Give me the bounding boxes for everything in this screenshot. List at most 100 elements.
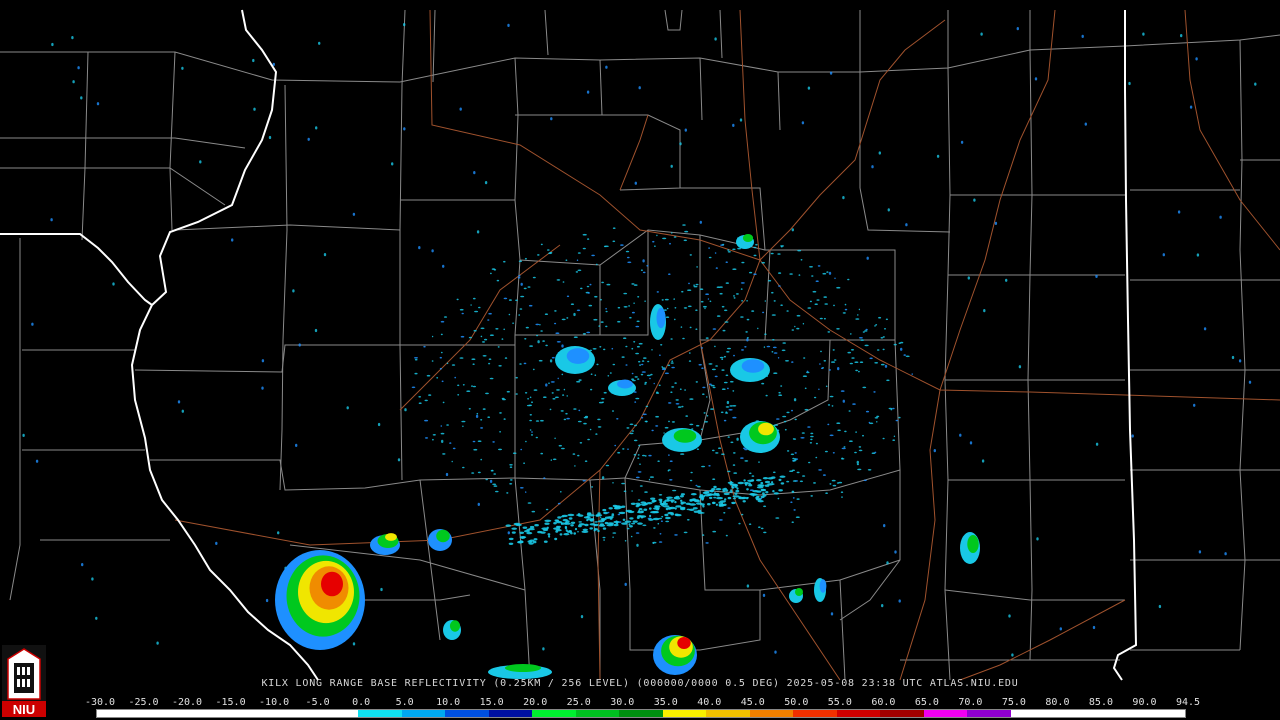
clutter-speck [549, 408, 552, 411]
clutter-speck [555, 332, 560, 335]
clutter-speck [704, 421, 709, 423]
clutter-speck [623, 306, 628, 308]
clutter-speck [670, 338, 673, 340]
clutter-speck [524, 338, 527, 340]
clutter-speck [449, 442, 452, 444]
clutter-speck [810, 438, 813, 441]
clutter-speck [215, 541, 218, 546]
band-echo [734, 492, 738, 495]
scale-label: 25.0 [566, 697, 591, 708]
clutter-speck [525, 440, 527, 443]
band-echo [603, 511, 608, 515]
band-echo [760, 481, 764, 485]
clutter-speck [701, 465, 706, 468]
clutter-speck [725, 282, 729, 284]
band-echo [546, 526, 549, 529]
clutter-speck [501, 338, 504, 340]
clutter-speck [664, 372, 670, 375]
clutter-speck [636, 345, 640, 348]
clutter-speck [847, 351, 851, 354]
band-echo [662, 505, 670, 508]
clutter-speck [562, 281, 565, 283]
band-echo [712, 501, 715, 505]
clutter-speck [903, 354, 906, 356]
clutter-speck [758, 526, 761, 528]
clutter-speck [847, 278, 850, 281]
clutter-speck [627, 448, 629, 451]
clutter-speck [607, 375, 610, 377]
clutter-speck [1131, 434, 1134, 438]
clutter-speck [506, 390, 510, 393]
clutter-speck [431, 360, 434, 362]
clutter-speck [670, 362, 674, 364]
clutter-speck [472, 297, 476, 300]
clutter-speck [414, 357, 418, 359]
clutter-speck [519, 363, 522, 365]
clutter-speck [680, 453, 685, 455]
clutter-speck [783, 420, 787, 423]
clutter-speck [761, 382, 765, 385]
scale-label: -30.0 [84, 697, 116, 708]
clutter-speck [574, 465, 576, 467]
clutter-speck [776, 418, 780, 420]
clutter-speck [936, 154, 940, 158]
clutter-speck [641, 371, 646, 373]
band-echo [773, 492, 779, 495]
band-echo [719, 500, 726, 503]
clutter-speck [451, 364, 456, 366]
clutter-speck [644, 381, 647, 384]
clutter-speck [537, 340, 540, 344]
clutter-speck [566, 295, 570, 298]
clutter-speck [527, 502, 532, 504]
clutter-speck [933, 449, 936, 453]
clutter-speck [667, 364, 671, 367]
clutter-speck [617, 513, 621, 516]
clutter-speck [664, 426, 669, 429]
clutter-speck [459, 357, 464, 359]
clutter-speck [704, 307, 706, 310]
clutter-speck [858, 337, 863, 339]
clutter-speck [621, 356, 625, 358]
clutter-speck [472, 363, 475, 366]
band-echo [548, 535, 551, 538]
clutter-speck [740, 288, 743, 290]
clutter-speck [540, 452, 544, 455]
band-echo [727, 496, 732, 500]
clutter-speck [708, 383, 712, 386]
storm-cell-core [436, 529, 450, 543]
clutter-speck [775, 517, 780, 519]
clutter-speck [898, 599, 901, 603]
clutter-speck [554, 310, 557, 312]
clutter-speck [865, 410, 870, 413]
band-echo [555, 530, 559, 533]
clutter-speck [715, 365, 718, 367]
clutter-speck [560, 491, 562, 493]
scale-label: 50.0 [784, 697, 809, 708]
clutter-speck [523, 362, 527, 365]
clutter-speck [323, 253, 327, 257]
clutter-speck [181, 409, 184, 413]
clutter-speck [701, 367, 704, 370]
clutter-speck [811, 275, 814, 277]
clutter-speck [876, 415, 880, 418]
clutter-speck [817, 265, 821, 267]
band-echo [517, 540, 524, 544]
storm-cell-core [741, 359, 765, 373]
clutter-speck [611, 410, 615, 412]
band-echo [755, 496, 758, 500]
scale-label: 20.0 [523, 697, 548, 708]
clutter-speck [673, 236, 677, 238]
clutter-speck [595, 263, 598, 266]
band-echo [587, 512, 592, 515]
band-echo [522, 526, 528, 529]
clutter-speck [721, 305, 725, 308]
colorbar-segment [532, 710, 576, 717]
clutter-speck [967, 276, 970, 280]
colorbar-segment [1141, 710, 1185, 717]
clutter-speck [840, 390, 845, 392]
clutter-speck [603, 391, 607, 394]
band-echo [702, 491, 709, 495]
clutter-speck [794, 458, 797, 462]
clutter-speck [733, 295, 735, 297]
clutter-speck [830, 612, 834, 616]
